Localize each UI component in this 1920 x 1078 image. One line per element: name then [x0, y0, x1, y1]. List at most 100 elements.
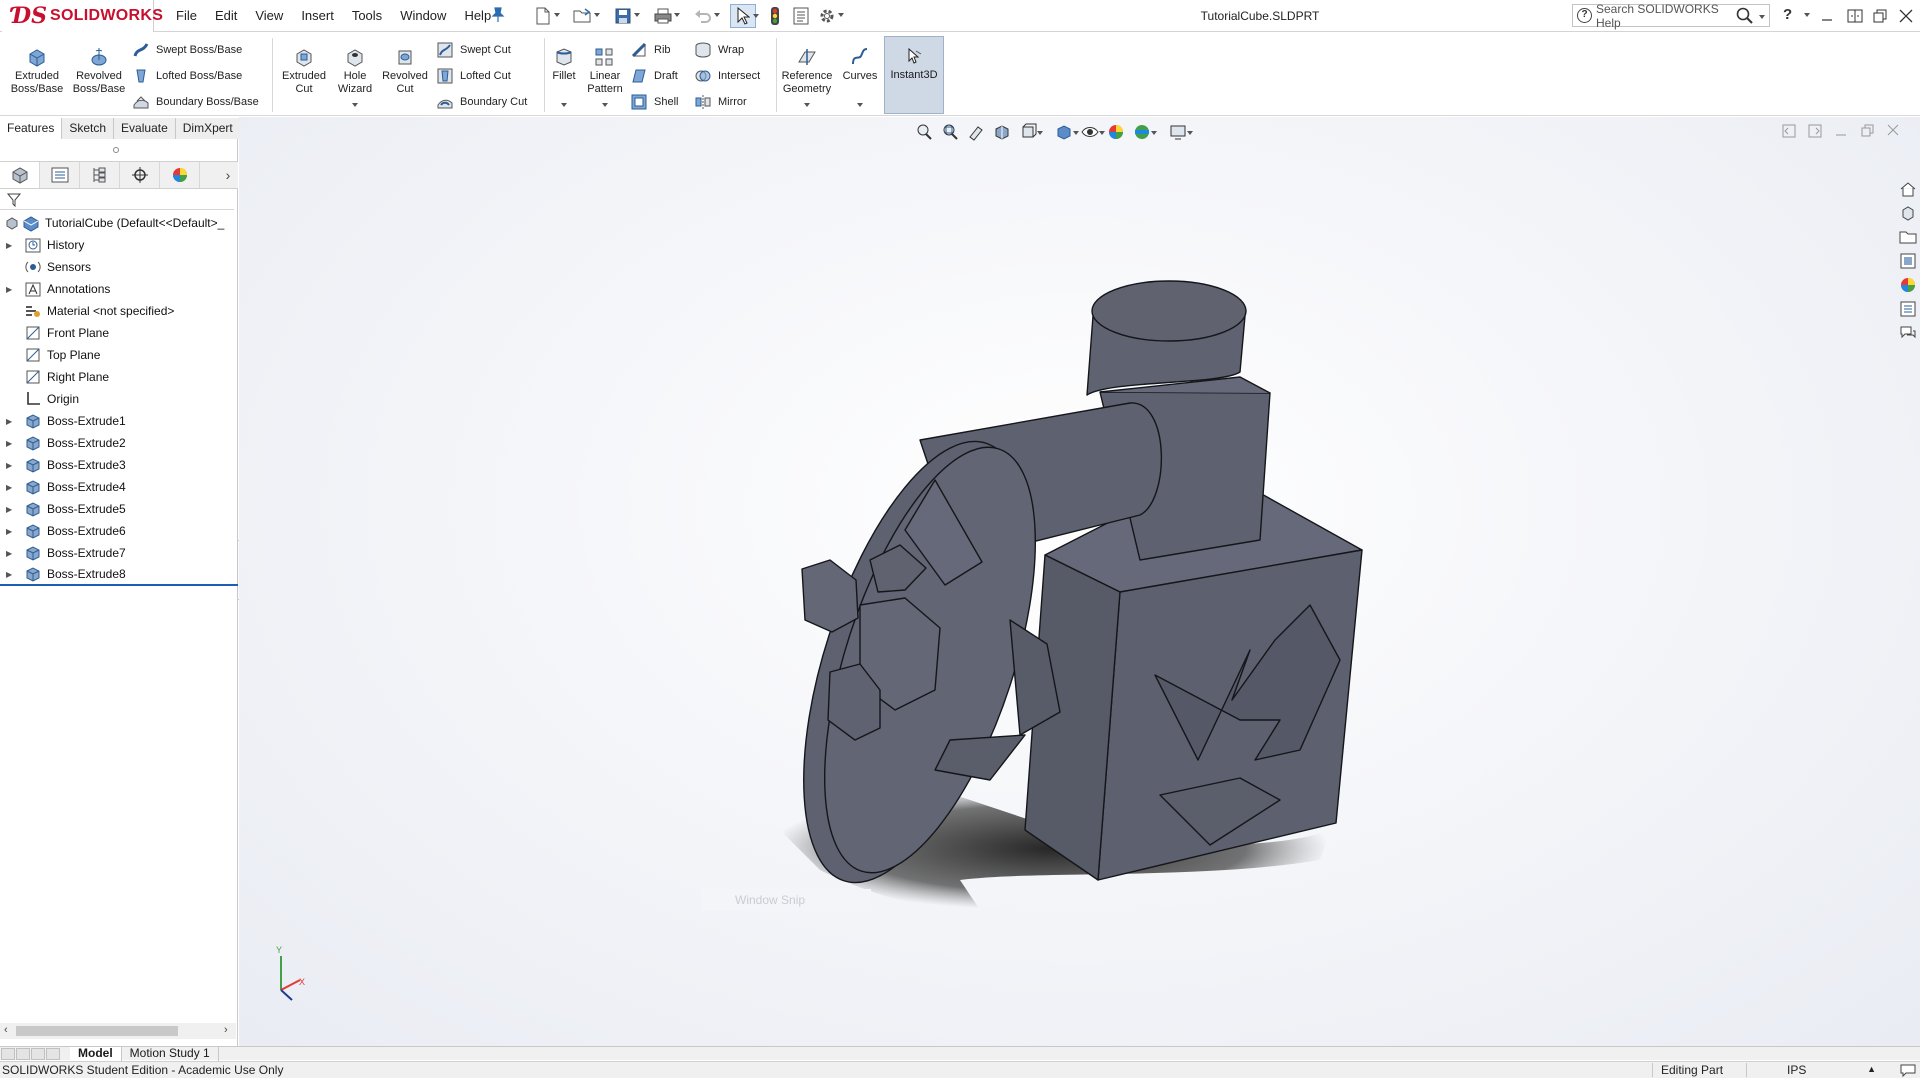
nav-prev-icon[interactable] — [16, 1047, 30, 1060]
tree-item[interactable]: ▶ Boss-Extrude3 — [0, 454, 238, 476]
reference-geometry-button[interactable]: Reference Geometry — [780, 46, 834, 96]
displaymanager-tab[interactable] — [160, 162, 200, 188]
tree-item[interactable]: Right Plane — [0, 366, 238, 388]
swept-cut-button[interactable]: Swept Cut — [436, 41, 511, 59]
tree-item[interactable]: ▶ Boss-Extrude7 — [0, 542, 238, 564]
linear-pattern-button[interactable]: Linear Pattern — [584, 46, 626, 96]
close-icon[interactable] — [1896, 6, 1916, 26]
shell-button[interactable]: Shell — [630, 93, 678, 111]
curves-dropdown-icon[interactable] — [857, 103, 863, 107]
tree-root-part[interactable]: TutorialCube (Default<<Default>_ — [0, 212, 238, 234]
expand-arrow-icon[interactable]: ▶ — [6, 285, 16, 294]
menu-window[interactable]: Window — [400, 8, 446, 23]
boundary-boss-button[interactable]: Boundary Boss/Base — [132, 93, 259, 111]
configurationmanager-tab[interactable] — [80, 162, 120, 188]
expand-arrow-icon[interactable]: ▶ — [6, 570, 16, 579]
search-input[interactable]: ? Search SOLIDWORKS Help — [1572, 2, 1770, 30]
tree-item[interactable]: ▶ Boss-Extrude1 — [0, 410, 238, 432]
chevron-right-icon[interactable]: › — [218, 162, 238, 188]
file-properties-icon[interactable] — [788, 4, 814, 28]
rebuild-icon[interactable] — [762, 4, 788, 28]
customize-icon[interactable] — [1900, 1063, 1916, 1077]
help-dropdown-icon[interactable] — [1804, 13, 1810, 17]
unit-system-selector[interactable]: IPS ▲ — [1746, 1063, 1886, 1077]
linear-pattern-dropdown-icon[interactable] — [602, 103, 608, 107]
revolved-boss-button[interactable]: Revolved Boss/Base — [70, 46, 128, 96]
expand-arrow-icon[interactable]: ▶ — [6, 461, 16, 470]
tree-item[interactable]: ▶ Boss-Extrude8 — [0, 564, 238, 586]
hole-wizard-button[interactable]: Hole Wizard — [332, 46, 378, 96]
expand-arrow-icon[interactable]: ▶ — [6, 527, 16, 536]
tab-features[interactable]: Features — [0, 118, 63, 139]
tree-item[interactable]: Origin — [0, 388, 238, 410]
tab-sketch[interactable]: Sketch — [62, 118, 115, 139]
expand-arrow-icon[interactable]: ▶ — [6, 439, 16, 448]
tab-model[interactable]: Model — [70, 1046, 122, 1061]
panel-grip-icon[interactable] — [113, 147, 119, 153]
reference-geometry-dropdown-icon[interactable] — [804, 103, 810, 107]
expand-arrow-icon[interactable]: ▶ — [6, 505, 16, 514]
revolved-cut-button[interactable]: Revolved Cut — [380, 46, 430, 96]
graphics-area[interactable]: Y X Window Snip — [239, 117, 1920, 1046]
menu-insert[interactable]: Insert — [301, 8, 334, 23]
tree-item[interactable]: Sensors — [0, 256, 238, 278]
extruded-cut-button[interactable]: Extruded Cut — [278, 46, 330, 96]
boundary-cut-button[interactable]: Boundary Cut — [436, 93, 527, 111]
curves-button[interactable]: Curves — [840, 46, 880, 83]
mirror-button[interactable]: Mirror — [694, 93, 747, 111]
nav-last-icon[interactable] — [46, 1047, 60, 1060]
tile-icon[interactable] — [1845, 6, 1865, 26]
select-icon[interactable] — [730, 4, 759, 28]
tree-item[interactable]: Material <not specified> — [0, 300, 238, 322]
tree-item[interactable]: ▶ Boss-Extrude4 — [0, 476, 238, 498]
tree-item[interactable]: ▶ Boss-Extrude2 — [0, 432, 238, 454]
menu-help[interactable]: Help — [464, 8, 491, 23]
swept-boss-button[interactable]: Swept Boss/Base — [132, 41, 242, 59]
tab-motion-study[interactable]: Motion Study 1 — [122, 1046, 219, 1061]
undo-icon[interactable] — [690, 4, 720, 28]
tree-item[interactable]: Front Plane — [0, 322, 238, 344]
save-icon[interactable] — [610, 4, 640, 28]
tab-dimxpert[interactable]: DimXpert — [175, 118, 241, 139]
expand-arrow-icon[interactable]: ▶ — [6, 483, 16, 492]
featuremanager-tab[interactable] — [0, 162, 40, 188]
extruded-boss-button[interactable]: Extruded Boss/Base — [8, 46, 66, 96]
scroll-left-icon[interactable]: ‹ — [4, 1024, 8, 1036]
solidworks-logo[interactable]: ƊS SOLIDWORKS — [2, 0, 163, 32]
tree-item[interactable]: Top Plane — [0, 344, 238, 366]
expand-arrow-icon[interactable]: ▶ — [6, 549, 16, 558]
intersect-button[interactable]: Intersect — [694, 67, 760, 85]
tree-item[interactable]: ▶ Boss-Extrude5 — [0, 498, 238, 520]
search-icon[interactable] — [1735, 6, 1755, 26]
print-icon[interactable] — [650, 4, 680, 28]
menu-tools[interactable]: Tools — [352, 8, 382, 23]
tab-evaluate[interactable]: Evaluate — [114, 118, 176, 139]
wrap-button[interactable]: Wrap — [694, 41, 744, 59]
tree-item[interactable]: ▶ Boss-Extrude6 — [0, 520, 238, 542]
restore-icon[interactable] — [1870, 6, 1890, 26]
menu-file[interactable]: File — [176, 8, 197, 23]
part-3d-model[interactable]: Y X — [239, 117, 1920, 1046]
options-icon[interactable] — [814, 4, 844, 28]
draft-button[interactable]: Draft — [630, 67, 678, 85]
lofted-cut-button[interactable]: Lofted Cut — [436, 67, 511, 85]
tree-item[interactable]: ▶ History — [0, 234, 238, 256]
expand-arrow-icon[interactable]: ▶ — [6, 241, 16, 250]
new-icon[interactable] — [530, 4, 560, 28]
minimize-icon[interactable] — [1817, 6, 1837, 26]
horizontal-scrollbar[interactable]: ‹ › — [0, 1023, 236, 1039]
menu-edit[interactable]: Edit — [215, 8, 237, 23]
pin-icon[interactable] — [491, 7, 505, 23]
help-button[interactable]: ? — [1783, 6, 1792, 23]
lofted-boss-button[interactable]: Lofted Boss/Base — [132, 67, 242, 85]
filter-bar[interactable] — [0, 189, 234, 210]
scrollbar-thumb[interactable] — [16, 1026, 178, 1036]
rib-button[interactable]: Rib — [630, 41, 671, 59]
filter-icon[interactable] — [7, 193, 21, 207]
expand-arrow-icon[interactable]: ▶ — [6, 417, 16, 426]
search-dropdown-icon[interactable] — [1755, 6, 1769, 26]
fillet-button[interactable]: Fillet — [548, 46, 580, 83]
propertymanager-tab[interactable] — [40, 162, 80, 188]
nav-next-icon[interactable] — [31, 1047, 45, 1060]
tree-item[interactable]: ▶ Annotations — [0, 278, 238, 300]
